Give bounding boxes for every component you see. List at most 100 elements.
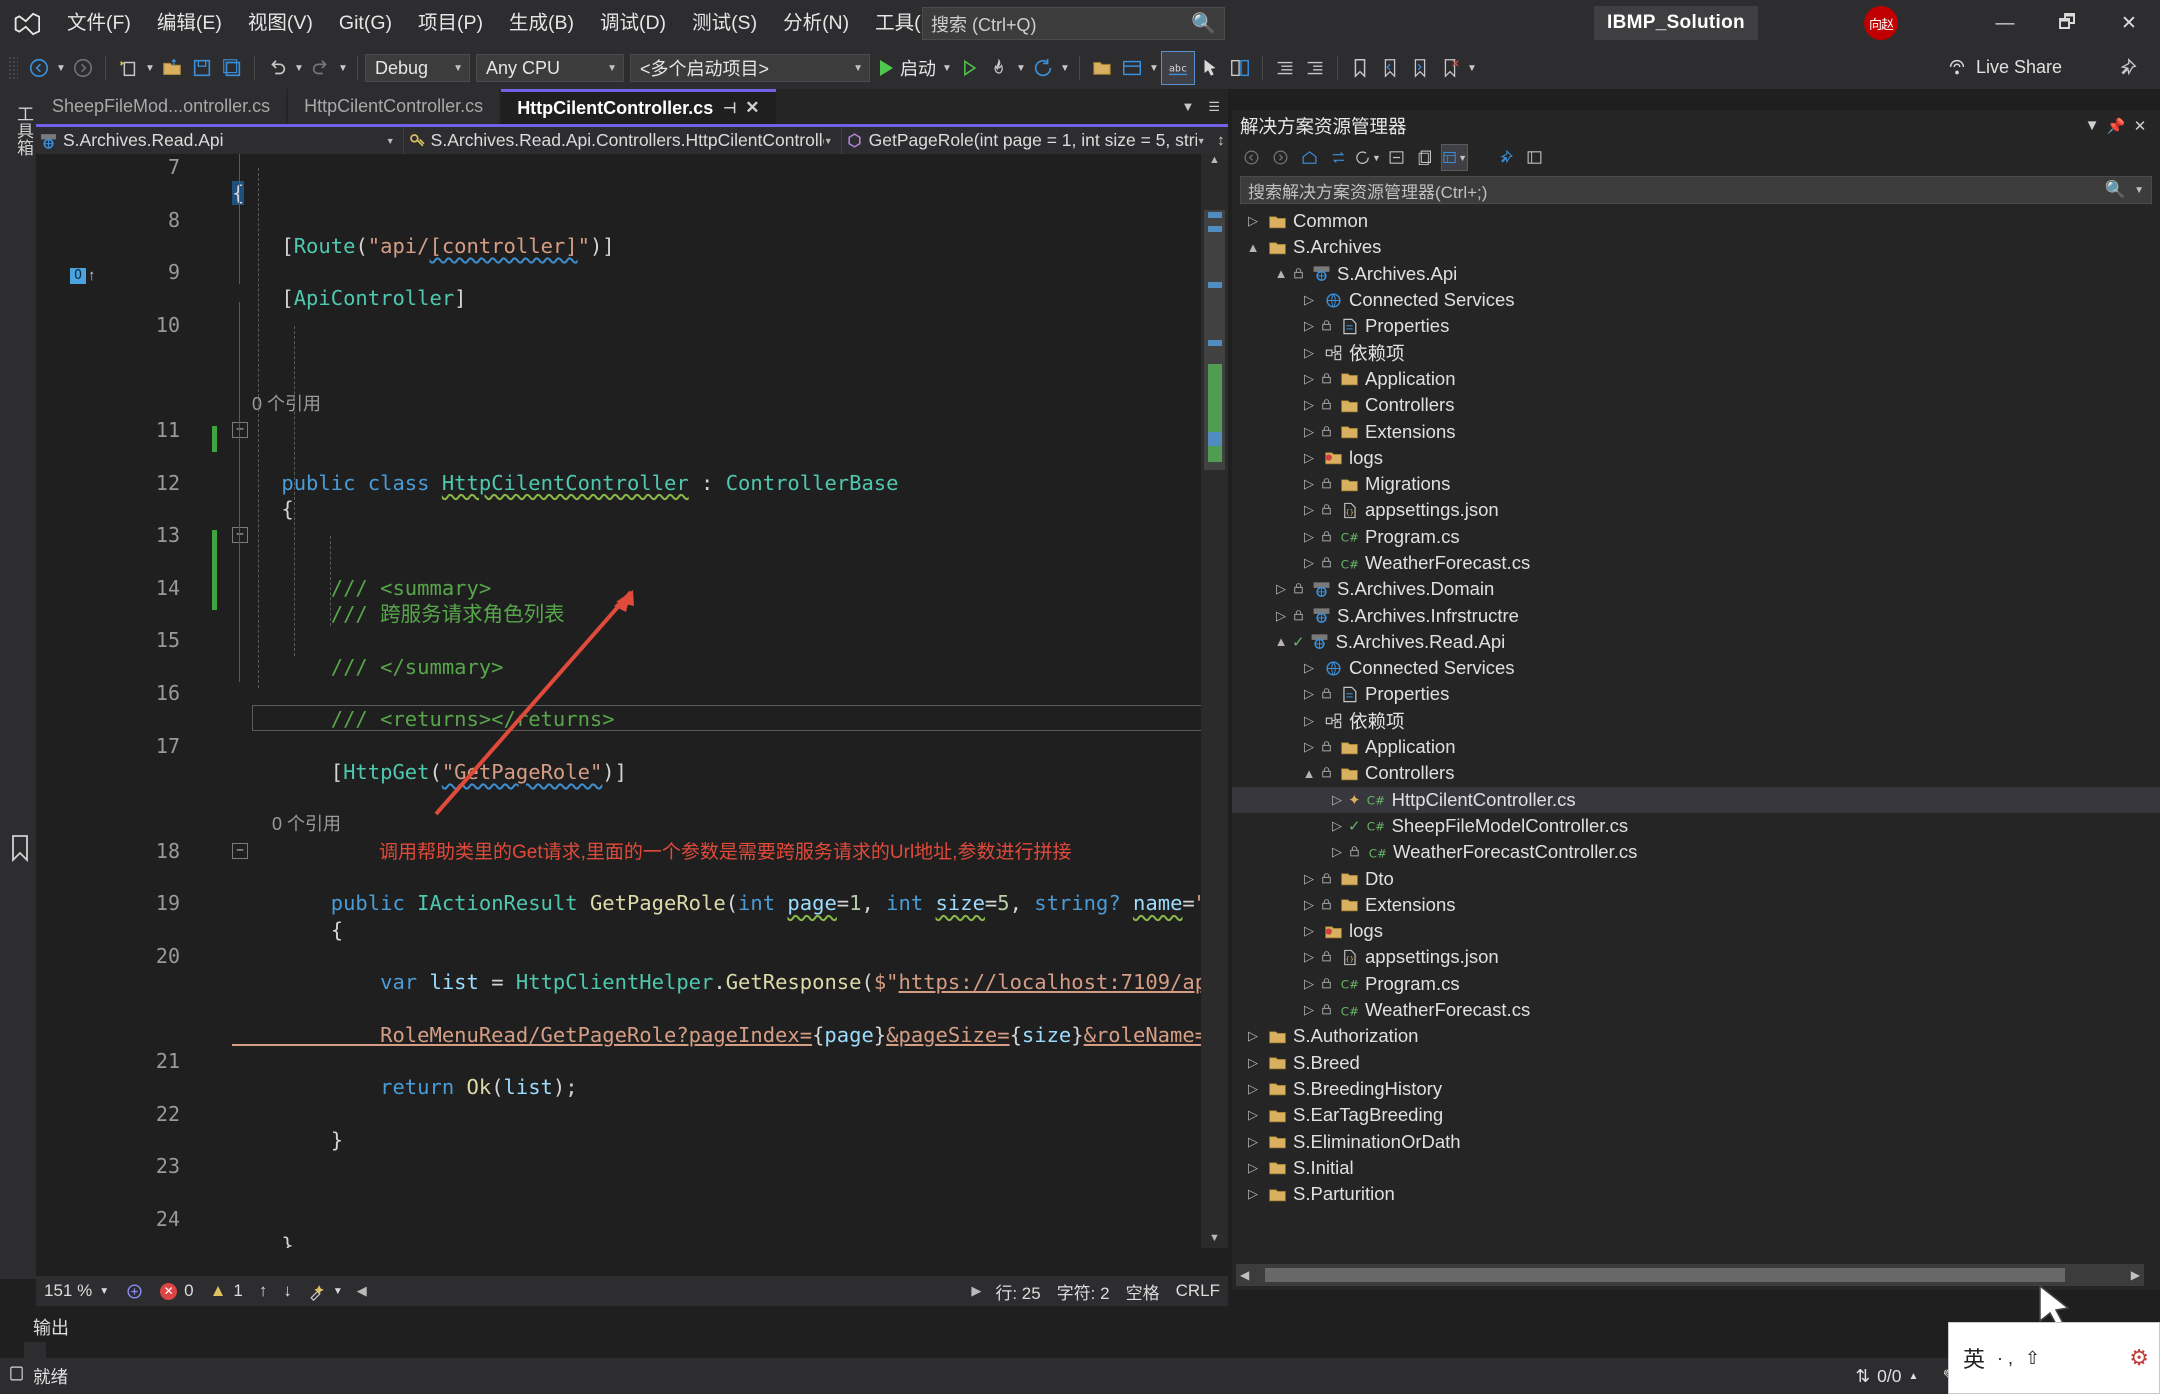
bookmark-icon[interactable]: [1345, 53, 1375, 83]
tree-item[interactable]: ▷ ✦ C# HttpCilentController.cs: [1232, 786, 2160, 813]
panel-dropdown-icon[interactable]: ▼: [2080, 117, 2104, 134]
open-file-icon[interactable]: [157, 53, 187, 83]
layout-dropdown-icon[interactable]: ▼: [1147, 53, 1161, 83]
codelens-reference-count[interactable]: 0 个引用: [232, 391, 321, 417]
expand-toggle-icon[interactable]: ▷: [1298, 371, 1320, 387]
menu-build[interactable]: 生成(B): [496, 0, 587, 47]
expand-toggle-icon[interactable]: ▲: [1242, 240, 1264, 255]
tree-item[interactable]: ▷ S.Initial: [1232, 1155, 2160, 1181]
expand-toggle-icon[interactable]: ▷: [1298, 923, 1320, 939]
collapse-all-icon[interactable]: [1383, 144, 1410, 171]
tree-item[interactable]: ▷ C# WeatherForecast.cs: [1232, 997, 2160, 1023]
tree-item[interactable]: ▷ C# Program.cs: [1232, 971, 2160, 997]
tree-item[interactable]: ▷ S.Authorization: [1232, 1023, 2160, 1049]
bookmark-prev-icon[interactable]: [1375, 53, 1405, 83]
zoom-level[interactable]: 151 % ▼: [36, 1276, 117, 1306]
expand-toggle-icon[interactable]: ▲: [1270, 634, 1292, 649]
new-project-icon[interactable]: [113, 53, 143, 83]
expand-toggle-icon[interactable]: ▷: [1298, 397, 1320, 413]
start-dropdown-icon[interactable]: ▼: [940, 53, 954, 83]
expand-toggle-icon[interactable]: ▷: [1326, 818, 1348, 834]
tab-sheepfilemodelcontroller[interactable]: SheepFileMod...ontroller.cs: [36, 89, 287, 124]
solution-explorer-hscrollbar[interactable]: ◀ ▶: [1236, 1264, 2144, 1286]
menu-view[interactable]: 视图(V): [235, 0, 326, 47]
tree-item[interactable]: ▷ logs: [1232, 445, 2160, 471]
navbar-type-combo[interactable]: S.Archives.Read.Api.Controllers.HttpCile…: [404, 127, 842, 154]
undo-dropdown-icon[interactable]: ▼: [292, 53, 306, 83]
tree-item[interactable]: ▷ Extensions: [1232, 418, 2160, 444]
expand-toggle-icon[interactable]: ▷: [1298, 345, 1320, 361]
tree-item[interactable]: ▷ Controllers: [1232, 392, 2160, 418]
indentation-mode[interactable]: 空格: [1118, 1276, 1168, 1306]
solution-tree[interactable]: ▷ Common ▲ S.Archives ▲ S.Archives.Api ▷ Connec…: [1232, 208, 2160, 1238]
indent-decrease-icon[interactable]: [1270, 53, 1300, 83]
tree-item[interactable]: ▷ Connected Services: [1232, 655, 2160, 681]
navbar-member-combo[interactable]: GetPageRole(int page = 1, int size = 5, …: [842, 127, 1214, 154]
tree-item[interactable]: ▷ {} appsettings.json: [1232, 497, 2160, 523]
start-without-debug-icon[interactable]: [954, 53, 984, 83]
compare-windows-icon[interactable]: [1225, 53, 1255, 83]
menu-project[interactable]: 项目(P): [405, 0, 496, 47]
source-control-sync[interactable]: ⇅ 0/0 ▲: [1855, 1366, 1918, 1387]
minimize-button[interactable]: —: [1974, 0, 2036, 47]
tree-item[interactable]: ▲ ✓ S.Archives.Read.Api: [1232, 629, 2160, 655]
tree-item[interactable]: ▷ Application: [1232, 366, 2160, 392]
prev-issue-button[interactable]: ↑: [251, 1276, 276, 1306]
tree-item[interactable]: ▷ S.Archives.Domain: [1232, 576, 2160, 602]
tab-list-dropdown-icon[interactable]: ▼: [1181, 99, 1194, 114]
pin-toolbar-icon[interactable]: [2116, 57, 2138, 84]
tab-httpcilentcontroller-1[interactable]: HttpCilentController.cs: [288, 89, 500, 124]
navigate-back-icon[interactable]: [24, 53, 54, 83]
scroll-down-icon[interactable]: ▼: [1206, 1232, 1223, 1248]
navigate-forward-icon[interactable]: [68, 53, 98, 83]
solution-explorer-search-input[interactable]: 搜索解决方案资源管理器(Ctrl+;) 🔍 ▼: [1240, 176, 2152, 204]
tree-item[interactable]: ▷ 依赖项: [1232, 339, 2160, 365]
pin-panel-icon[interactable]: 📌: [2104, 117, 2128, 135]
ime-indicator-popup[interactable]: 英 · , ⇧ ⚙: [1948, 1322, 2160, 1394]
line-ending-mode[interactable]: CRLF: [1168, 1276, 1228, 1306]
expand-toggle-icon[interactable]: ▷: [1242, 1107, 1264, 1123]
fold-toggle-icon[interactable]: −: [232, 421, 248, 438]
tab-httpcilentcontroller-active[interactable]: HttpCilentController.cs ⊣ ✕: [501, 89, 776, 124]
expand-toggle-icon[interactable]: ▷: [1298, 450, 1320, 466]
pointer-select-icon[interactable]: [1195, 53, 1225, 83]
editor-horizontal-scrollbar[interactable]: [366, 1282, 972, 1300]
expand-toggle-icon[interactable]: ▷: [1298, 739, 1320, 755]
tree-item[interactable]: ▲ Controllers: [1232, 760, 2160, 786]
tree-item[interactable]: ▷ logs: [1232, 918, 2160, 944]
menu-analyze[interactable]: 分析(N): [770, 0, 862, 47]
home-icon[interactable]: [1296, 144, 1323, 171]
editor-vertical-scrollbar[interactable]: ▲ ▼: [1201, 154, 1228, 1248]
tree-item[interactable]: ▷ Properties: [1232, 681, 2160, 707]
hot-reload-icon[interactable]: [984, 53, 1014, 83]
tree-item[interactable]: ▲ S.Archives: [1232, 234, 2160, 260]
expand-toggle-icon[interactable]: ▷: [1242, 1028, 1264, 1044]
expand-toggle-icon[interactable]: ▷: [1326, 844, 1348, 860]
menu-debug[interactable]: 调试(D): [587, 0, 679, 47]
restart-dropdown-icon[interactable]: ▼: [1058, 53, 1072, 83]
save-icon[interactable]: [187, 53, 217, 83]
tree-item[interactable]: ▷ C# WeatherForecast.cs: [1232, 550, 2160, 576]
user-avatar[interactable]: 向赵: [1864, 6, 1898, 40]
hscroll-right-icon[interactable]: ▶: [971, 1283, 981, 1299]
start-debugging-button[interactable]: 启动: [876, 55, 940, 81]
menu-file[interactable]: 文件(F): [54, 0, 144, 47]
expand-toggle-icon[interactable]: ▷: [1270, 581, 1292, 597]
expand-toggle-icon[interactable]: ▷: [1242, 1055, 1264, 1071]
undo-icon[interactable]: [262, 53, 292, 83]
toolbar-grip[interactable]: [8, 56, 18, 80]
navigate-back-dropdown-icon[interactable]: ▼: [54, 53, 68, 83]
expand-toggle-icon[interactable]: ▷: [1270, 608, 1292, 624]
redo-dropdown-icon[interactable]: ▼: [336, 53, 350, 83]
bookmark-window-icon[interactable]: [8, 834, 32, 869]
tree-item[interactable]: ▷ Extensions: [1232, 892, 2160, 918]
hscrollbar-thumb[interactable]: [1265, 1268, 2066, 1282]
fold-toggle-icon[interactable]: −: [232, 842, 248, 859]
new-project-dropdown-icon[interactable]: ▼: [143, 53, 157, 83]
expand-toggle-icon[interactable]: ▲: [1270, 266, 1292, 281]
back-icon[interactable]: [1238, 144, 1265, 171]
tree-item[interactable]: ▷ C# Program.cs: [1232, 524, 2160, 550]
properties-icon[interactable]: [1492, 144, 1519, 171]
tree-item[interactable]: ▷ Dto: [1232, 865, 2160, 891]
layout-window-icon[interactable]: [1117, 53, 1147, 83]
